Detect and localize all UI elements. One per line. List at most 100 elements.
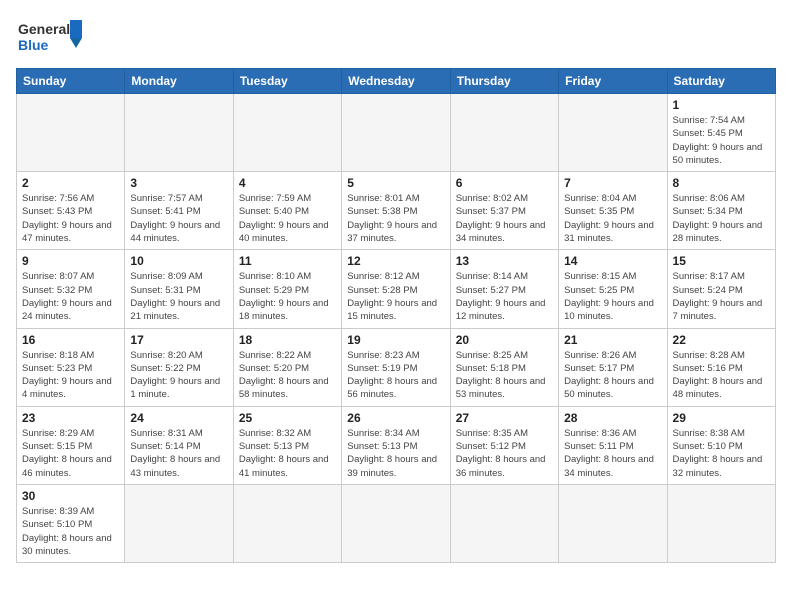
calendar-day-cell xyxy=(559,94,667,172)
day-number: 14 xyxy=(564,254,661,268)
day-info: Sunrise: 8:14 AM Sunset: 5:27 PM Dayligh… xyxy=(456,270,553,323)
calendar-day-cell: 19 Sunrise: 8:23 AM Sunset: 5:19 PM Dayli… xyxy=(342,328,450,406)
day-info: Sunrise: 8:09 AM Sunset: 5:31 PM Dayligh… xyxy=(130,270,227,323)
day-info: Sunrise: 7:56 AM Sunset: 5:43 PM Dayligh… xyxy=(22,192,119,245)
day-info: Sunrise: 8:15 AM Sunset: 5:25 PM Dayligh… xyxy=(564,270,661,323)
calendar-header-friday: Friday xyxy=(559,69,667,94)
day-info: Sunrise: 8:25 AM Sunset: 5:18 PM Dayligh… xyxy=(456,349,553,402)
day-info: Sunrise: 8:20 AM Sunset: 5:22 PM Dayligh… xyxy=(130,349,227,402)
calendar-week-row: 2 Sunrise: 7:56 AM Sunset: 5:43 PM Daylig… xyxy=(17,172,776,250)
calendar-day-cell: 11Sunrise: 8:10 AM Sunset: 5:29 PM Dayli… xyxy=(233,250,341,328)
calendar-day-cell: 2 Sunrise: 7:56 AM Sunset: 5:43 PM Daylig… xyxy=(17,172,125,250)
day-info: Sunrise: 8:02 AM Sunset: 5:37 PM Dayligh… xyxy=(456,192,553,245)
calendar-day-cell: 6 Sunrise: 8:02 AM Sunset: 5:37 PM Daylig… xyxy=(450,172,558,250)
calendar-day-cell: 28Sunrise: 8:36 AM Sunset: 5:11 PM Dayli… xyxy=(559,406,667,484)
logo: GeneralBlue xyxy=(16,16,86,56)
calendar-header-sunday: Sunday xyxy=(17,69,125,94)
calendar-table: SundayMondayTuesdayWednesdayThursdayFrid… xyxy=(16,68,776,563)
calendar-week-row: 23Sunrise: 8:29 AM Sunset: 5:15 PM Dayli… xyxy=(17,406,776,484)
svg-text:Blue: Blue xyxy=(18,37,49,53)
calendar-day-cell: 22Sunrise: 8:28 AM Sunset: 5:16 PM Dayli… xyxy=(667,328,775,406)
day-number: 7 xyxy=(564,176,661,190)
calendar-day-cell: 25 Sunrise: 8:32 AM Sunset: 5:13 PM Dayli… xyxy=(233,406,341,484)
day-number: 21 xyxy=(564,333,661,347)
day-info: Sunrise: 8:07 AM Sunset: 5:32 PM Dayligh… xyxy=(22,270,119,323)
calendar-day-cell: 30Sunrise: 8:39 AM Sunset: 5:10 PM Dayli… xyxy=(17,484,125,562)
day-info: Sunrise: 8:04 AM Sunset: 5:35 PM Dayligh… xyxy=(564,192,661,245)
calendar-header-thursday: Thursday xyxy=(450,69,558,94)
calendar-day-cell xyxy=(125,484,233,562)
calendar-day-cell xyxy=(667,484,775,562)
day-number: 10 xyxy=(130,254,227,268)
calendar-day-cell xyxy=(450,94,558,172)
day-info: Sunrise: 8:17 AM Sunset: 5:24 PM Dayligh… xyxy=(673,270,770,323)
day-number: 6 xyxy=(456,176,553,190)
calendar-day-cell: 14 Sunrise: 8:15 AM Sunset: 5:25 PM Dayli… xyxy=(559,250,667,328)
day-number: 28 xyxy=(564,411,661,425)
calendar-day-cell xyxy=(559,484,667,562)
calendar-day-cell: 5 Sunrise: 8:01 AM Sunset: 5:38 PM Daylig… xyxy=(342,172,450,250)
day-info: Sunrise: 8:12 AM Sunset: 5:28 PM Dayligh… xyxy=(347,270,444,323)
day-number: 19 xyxy=(347,333,444,347)
calendar-day-cell: 4 Sunrise: 7:59 AM Sunset: 5:40 PM Daylig… xyxy=(233,172,341,250)
day-number: 2 xyxy=(22,176,119,190)
calendar-header-saturday: Saturday xyxy=(667,69,775,94)
day-number: 20 xyxy=(456,333,553,347)
calendar-day-cell: 8Sunrise: 8:06 AM Sunset: 5:34 PM Daylig… xyxy=(667,172,775,250)
day-number: 13 xyxy=(456,254,553,268)
day-info: Sunrise: 8:38 AM Sunset: 5:10 PM Dayligh… xyxy=(673,427,770,480)
day-number: 3 xyxy=(130,176,227,190)
calendar-day-cell: 1 Sunrise: 7:54 AM Sunset: 5:45 PM Daylig… xyxy=(667,94,775,172)
calendar-day-cell xyxy=(125,94,233,172)
calendar-day-cell xyxy=(233,94,341,172)
logo-icon: GeneralBlue xyxy=(16,16,86,56)
day-info: Sunrise: 7:57 AM Sunset: 5:41 PM Dayligh… xyxy=(130,192,227,245)
calendar-week-row: 9 Sunrise: 8:07 AM Sunset: 5:32 PM Daylig… xyxy=(17,250,776,328)
calendar-day-cell: 12Sunrise: 8:12 AM Sunset: 5:28 PM Dayli… xyxy=(342,250,450,328)
calendar-day-cell: 23Sunrise: 8:29 AM Sunset: 5:15 PM Dayli… xyxy=(17,406,125,484)
calendar-day-cell: 13 Sunrise: 8:14 AM Sunset: 5:27 PM Dayli… xyxy=(450,250,558,328)
day-info: Sunrise: 8:32 AM Sunset: 5:13 PM Dayligh… xyxy=(239,427,336,480)
calendar-day-cell: 18Sunrise: 8:22 AM Sunset: 5:20 PM Dayli… xyxy=(233,328,341,406)
day-info: Sunrise: 8:01 AM Sunset: 5:38 PM Dayligh… xyxy=(347,192,444,245)
calendar-day-cell: 16 Sunrise: 8:18 AM Sunset: 5:23 PM Dayli… xyxy=(17,328,125,406)
calendar-header-monday: Monday xyxy=(125,69,233,94)
day-number: 26 xyxy=(347,411,444,425)
day-info: Sunrise: 8:23 AM Sunset: 5:19 PM Dayligh… xyxy=(347,349,444,402)
calendar-day-cell xyxy=(342,94,450,172)
day-number: 25 xyxy=(239,411,336,425)
calendar-day-cell: 15 Sunrise: 8:17 AM Sunset: 5:24 PM Dayli… xyxy=(667,250,775,328)
svg-text:General: General xyxy=(18,21,70,37)
day-number: 8 xyxy=(673,176,770,190)
day-number: 27 xyxy=(456,411,553,425)
day-info: Sunrise: 8:18 AM Sunset: 5:23 PM Dayligh… xyxy=(22,349,119,402)
calendar-day-cell: 24Sunrise: 8:31 AM Sunset: 5:14 PM Dayli… xyxy=(125,406,233,484)
day-number: 17 xyxy=(130,333,227,347)
calendar-day-cell xyxy=(233,484,341,562)
calendar-header-row: SundayMondayTuesdayWednesdayThursdayFrid… xyxy=(17,69,776,94)
calendar-day-cell xyxy=(342,484,450,562)
calendar-day-cell xyxy=(17,94,125,172)
day-info: Sunrise: 7:59 AM Sunset: 5:40 PM Dayligh… xyxy=(239,192,336,245)
day-number: 30 xyxy=(22,489,119,503)
calendar-day-cell xyxy=(450,484,558,562)
calendar-day-cell: 20 Sunrise: 8:25 AM Sunset: 5:18 PM Dayli… xyxy=(450,328,558,406)
day-number: 9 xyxy=(22,254,119,268)
day-info: Sunrise: 8:29 AM Sunset: 5:15 PM Dayligh… xyxy=(22,427,119,480)
day-number: 24 xyxy=(130,411,227,425)
day-info: Sunrise: 8:26 AM Sunset: 5:17 PM Dayligh… xyxy=(564,349,661,402)
day-number: 15 xyxy=(673,254,770,268)
day-number: 5 xyxy=(347,176,444,190)
day-info: Sunrise: 8:10 AM Sunset: 5:29 PM Dayligh… xyxy=(239,270,336,323)
calendar-header-wednesday: Wednesday xyxy=(342,69,450,94)
calendar-day-cell: 9 Sunrise: 8:07 AM Sunset: 5:32 PM Daylig… xyxy=(17,250,125,328)
day-number: 16 xyxy=(22,333,119,347)
day-number: 1 xyxy=(673,98,770,112)
day-number: 4 xyxy=(239,176,336,190)
day-number: 22 xyxy=(673,333,770,347)
day-info: Sunrise: 8:22 AM Sunset: 5:20 PM Dayligh… xyxy=(239,349,336,402)
calendar-week-row: 16 Sunrise: 8:18 AM Sunset: 5:23 PM Dayli… xyxy=(17,328,776,406)
day-info: Sunrise: 7:54 AM Sunset: 5:45 PM Dayligh… xyxy=(673,114,770,167)
calendar-week-row: 30Sunrise: 8:39 AM Sunset: 5:10 PM Dayli… xyxy=(17,484,776,562)
calendar-week-row: 1 Sunrise: 7:54 AM Sunset: 5:45 PM Daylig… xyxy=(17,94,776,172)
